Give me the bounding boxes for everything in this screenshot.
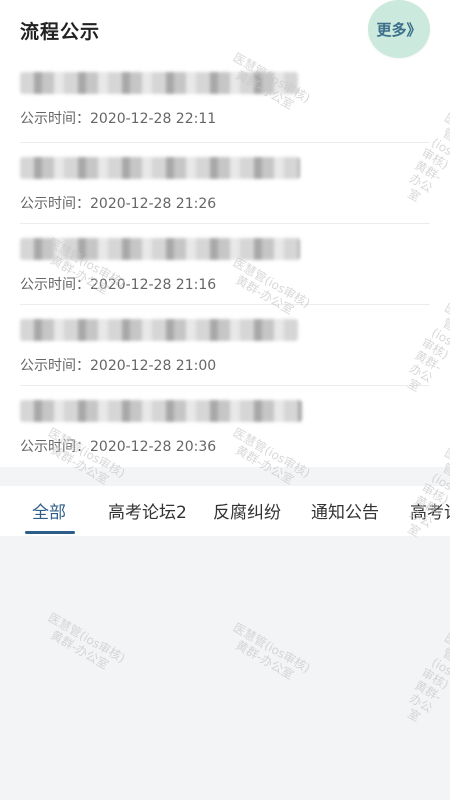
redacted-title [20, 319, 298, 341]
redacted-title [20, 157, 300, 179]
active-tab-indicator [25, 531, 75, 534]
more-button[interactable]: 更多》 [368, 0, 430, 58]
publish-time: 公示时间：2020-12-28 21:16 [20, 277, 217, 293]
category-tabs: 全部 高考论坛2 反腐纠纷 通知公告 高考论 [0, 486, 450, 536]
publish-time: 公示时间：2020-12-28 21:00 [20, 358, 217, 374]
section-title: 流程公示 [20, 21, 101, 43]
publish-time: 公示时间：2020-12-28 22:11 [20, 111, 217, 127]
tab-anti-corruption[interactable]: 反腐纠纷 [213, 498, 281, 523]
tab-content-area [0, 536, 450, 800]
tab-notice[interactable]: 通知公告 [311, 498, 379, 523]
redacted-title [20, 72, 298, 94]
publish-time: 公示时间：2020-12-28 21:26 [20, 196, 217, 212]
tab-gaokao-forum[interactable]: 高考论 [410, 498, 450, 523]
redacted-title [20, 400, 302, 422]
list-item[interactable]: 公示时间：2020-12-28 20:36 [20, 386, 430, 466]
redacted-title [20, 238, 300, 260]
tab-gaokao-forum-2[interactable]: 高考论坛2 [108, 498, 187, 523]
list-item[interactable]: 公示时间：2020-12-28 21:00 [20, 305, 430, 385]
list-item[interactable]: 公示时间：2020-12-28 21:16 [20, 224, 430, 304]
publish-time: 公示时间：2020-12-28 20:36 [20, 439, 217, 455]
process-publicity-card: 流程公示 更多》 公示时间：2020-12-28 22:11 公示时间：2020… [0, 0, 450, 467]
tab-all[interactable]: 全部 [32, 498, 66, 523]
list-item[interactable]: 公示时间：2020-12-28 22:11 [20, 58, 430, 138]
list-item[interactable]: 公示时间：2020-12-28 21:26 [20, 143, 430, 223]
